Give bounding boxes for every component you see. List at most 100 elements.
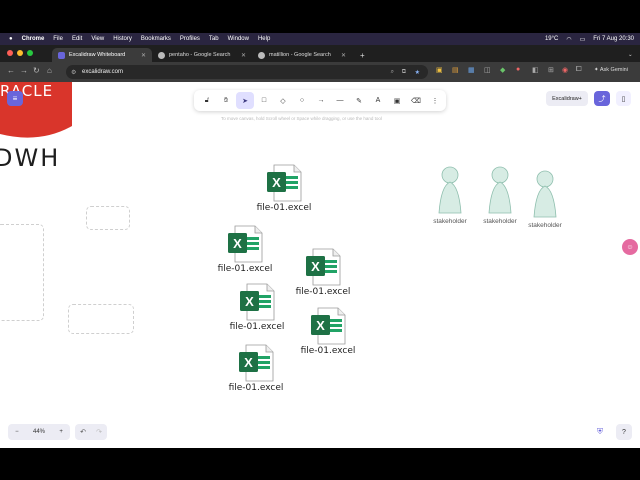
main-menu-button[interactable]: ≡ [7, 91, 23, 106]
diamond-icon[interactable]: ◇ [274, 92, 292, 109]
excel-file-icon: X [240, 283, 275, 321]
menu-history[interactable]: History [113, 36, 132, 42]
google-favicon-icon [258, 51, 265, 59]
tab-matillion[interactable]: matillion - Google Search ✕ [252, 48, 352, 62]
shape-toolbar: 🔓︎ ✋︎ ➤ □ ◇ ○ → — ✎ A ▣ ⌫ ⋮ [194, 90, 446, 111]
forward-icon[interactable]: → [20, 66, 28, 75]
close-window-icon[interactable] [7, 50, 13, 56]
minimize-window-icon[interactable] [17, 50, 23, 56]
pencil-icon[interactable]: ✎ [350, 92, 368, 109]
dashed-box[interactable] [0, 224, 44, 321]
menu-file[interactable]: File [53, 36, 63, 42]
maximize-window-icon[interactable] [27, 50, 33, 56]
excel-file-icon: X [306, 248, 341, 286]
home-icon[interactable]: ⌂ [47, 66, 52, 75]
library-button[interactable]: ▯ [616, 91, 631, 106]
rectangle-icon[interactable]: □ [255, 92, 273, 109]
text-icon[interactable]: A [369, 92, 387, 109]
excel-file[interactable]: Xfile-01.excel [222, 283, 292, 332]
bookmark-star-icon[interactable]: ★ [415, 69, 420, 76]
excel-file-label: file-01.excel [300, 346, 356, 356]
new-tab-button[interactable]: + [354, 48, 368, 62]
extension-icon[interactable]: ▣ [436, 66, 443, 74]
install-icon[interactable]: ⧉ [402, 69, 406, 76]
help-icon: ? [622, 428, 626, 436]
apple-menu-icon[interactable]: ● [9, 36, 13, 42]
app-menu-chrome[interactable]: Chrome [22, 36, 45, 42]
person-icon [488, 166, 512, 214]
zoom-page-icon[interactable]: ⌕ [391, 69, 394, 76]
close-tab-icon[interactable]: ✕ [141, 52, 146, 59]
shield-icon[interactable]: ⛨ [597, 427, 603, 437]
tab-pentaho[interactable]: pentaho - Google Search ✕ [152, 48, 252, 62]
help-button[interactable]: ? [616, 424, 632, 440]
excalidraw-canvas[interactable]: RACLE DWH ≡ 🔓︎ ✋︎ ➤ □ ◇ ○ → — ✎ A ▣ ⌫ ⋮ To move canv… [0, 82, 640, 448]
tab-label: matillion - Google Search [269, 52, 331, 58]
eraser-icon[interactable]: ⌫ [407, 92, 425, 109]
back-icon[interactable]: ← [7, 66, 15, 75]
redo-icon[interactable]: ↷ [96, 428, 102, 436]
line-icon[interactable]: — [331, 92, 349, 109]
person-icon [533, 170, 557, 218]
undo-icon[interactable]: ↶ [80, 428, 86, 436]
hand-icon[interactable]: ✋︎ [217, 92, 235, 109]
extension-icon[interactable]: ▦ [468, 66, 475, 74]
extension-icon[interactable]: ◧ [532, 66, 539, 74]
dwh-label[interactable]: DWH [0, 144, 60, 172]
excel-file-icon: X [239, 344, 274, 382]
extension-icon[interactable]: ▤ [452, 66, 459, 74]
menu-bookmarks[interactable]: Bookmarks [141, 36, 171, 42]
dashed-box[interactable] [68, 304, 134, 334]
menu-view[interactable]: View [91, 36, 104, 42]
clock[interactable]: Fri 7 Aug 20:30 [593, 36, 634, 42]
image-icon[interactable]: ▣ [388, 92, 406, 109]
extension-icon[interactable]: ◫ [484, 66, 491, 74]
zoom-level[interactable]: 44% [33, 429, 45, 435]
extension-icon[interactable]: ◉ [562, 66, 568, 74]
excel-file[interactable]: Xfile-01.excel [249, 164, 319, 213]
ellipse-icon[interactable]: ○ [293, 92, 311, 109]
dashed-box[interactable] [86, 206, 130, 230]
excel-file[interactable]: Xfile-01.excel [293, 307, 363, 356]
excel-file[interactable]: Xfile-01.excel [288, 248, 358, 297]
zoom-controls: − 44% + [8, 424, 70, 440]
more-tools-icon[interactable]: ⋮ [426, 92, 444, 109]
stakeholder-label: stakeholder [528, 222, 562, 229]
reload-icon[interactable]: ↻ [33, 66, 40, 75]
menu-tab[interactable]: Tab [209, 36, 219, 42]
extensions-puzzle-icon[interactable]: ⧠ [576, 66, 582, 74]
menu-help[interactable]: Help [258, 36, 270, 42]
ask-gemini-button[interactable]: ✦ Ask Gemini [594, 67, 628, 73]
battery-icon[interactable]: ▭ [580, 36, 586, 43]
excalidraw-plus-button[interactable]: Excalidraw+ [546, 91, 588, 106]
stakeholder-figure[interactable]: stakeholder [428, 166, 472, 225]
menu-profiles[interactable]: Profiles [180, 36, 200, 42]
excel-file[interactable]: Xfile-01.excel [210, 225, 280, 274]
url-bar[interactable]: ⚙ excalidraw.com ⌕ ⧉ ★ [66, 65, 428, 79]
zoom-out-button[interactable]: − [15, 429, 19, 435]
tab-search-icon[interactable]: ⌄ [622, 48, 636, 62]
close-tab-icon[interactable]: ✕ [241, 52, 246, 59]
extension-icon[interactable]: ◆ [500, 66, 505, 74]
share-button[interactable]: ⤴ [594, 91, 610, 106]
tab-excalidraw[interactable]: Excalidraw Whiteboard ✕ [52, 48, 152, 62]
extension-icon[interactable]: ● [516, 66, 520, 73]
google-favicon-icon [158, 51, 165, 59]
extension-icon[interactable]: ⊞ [548, 66, 554, 74]
arrow-icon[interactable]: → [312, 92, 330, 109]
stakeholder-figure[interactable]: stakeholder [523, 170, 567, 229]
canvas-hint: To move canvas, hold Scroll wheel or Spa… [221, 116, 382, 121]
menu-edit[interactable]: Edit [72, 36, 82, 42]
stakeholder-figure[interactable]: stakeholder [478, 166, 522, 225]
collab-avatar[interactable]: ☺ [622, 239, 638, 255]
menu-window[interactable]: Window [228, 36, 249, 42]
close-tab-icon[interactable]: ✕ [341, 52, 346, 59]
selection-icon[interactable]: ➤ [236, 92, 254, 109]
site-info-icon[interactable]: ⚙ [71, 69, 76, 76]
wifi-icon[interactable]: ◠ [566, 36, 571, 43]
excel-file[interactable]: Xfile-01.excel [221, 344, 291, 393]
zoom-in-button[interactable]: + [59, 429, 63, 435]
svg-text:X: X [272, 175, 281, 190]
tab-strip: Excalidraw Whiteboard ✕ pentaho - Google… [0, 45, 640, 62]
lock-icon[interactable]: 🔓︎ [198, 92, 216, 109]
